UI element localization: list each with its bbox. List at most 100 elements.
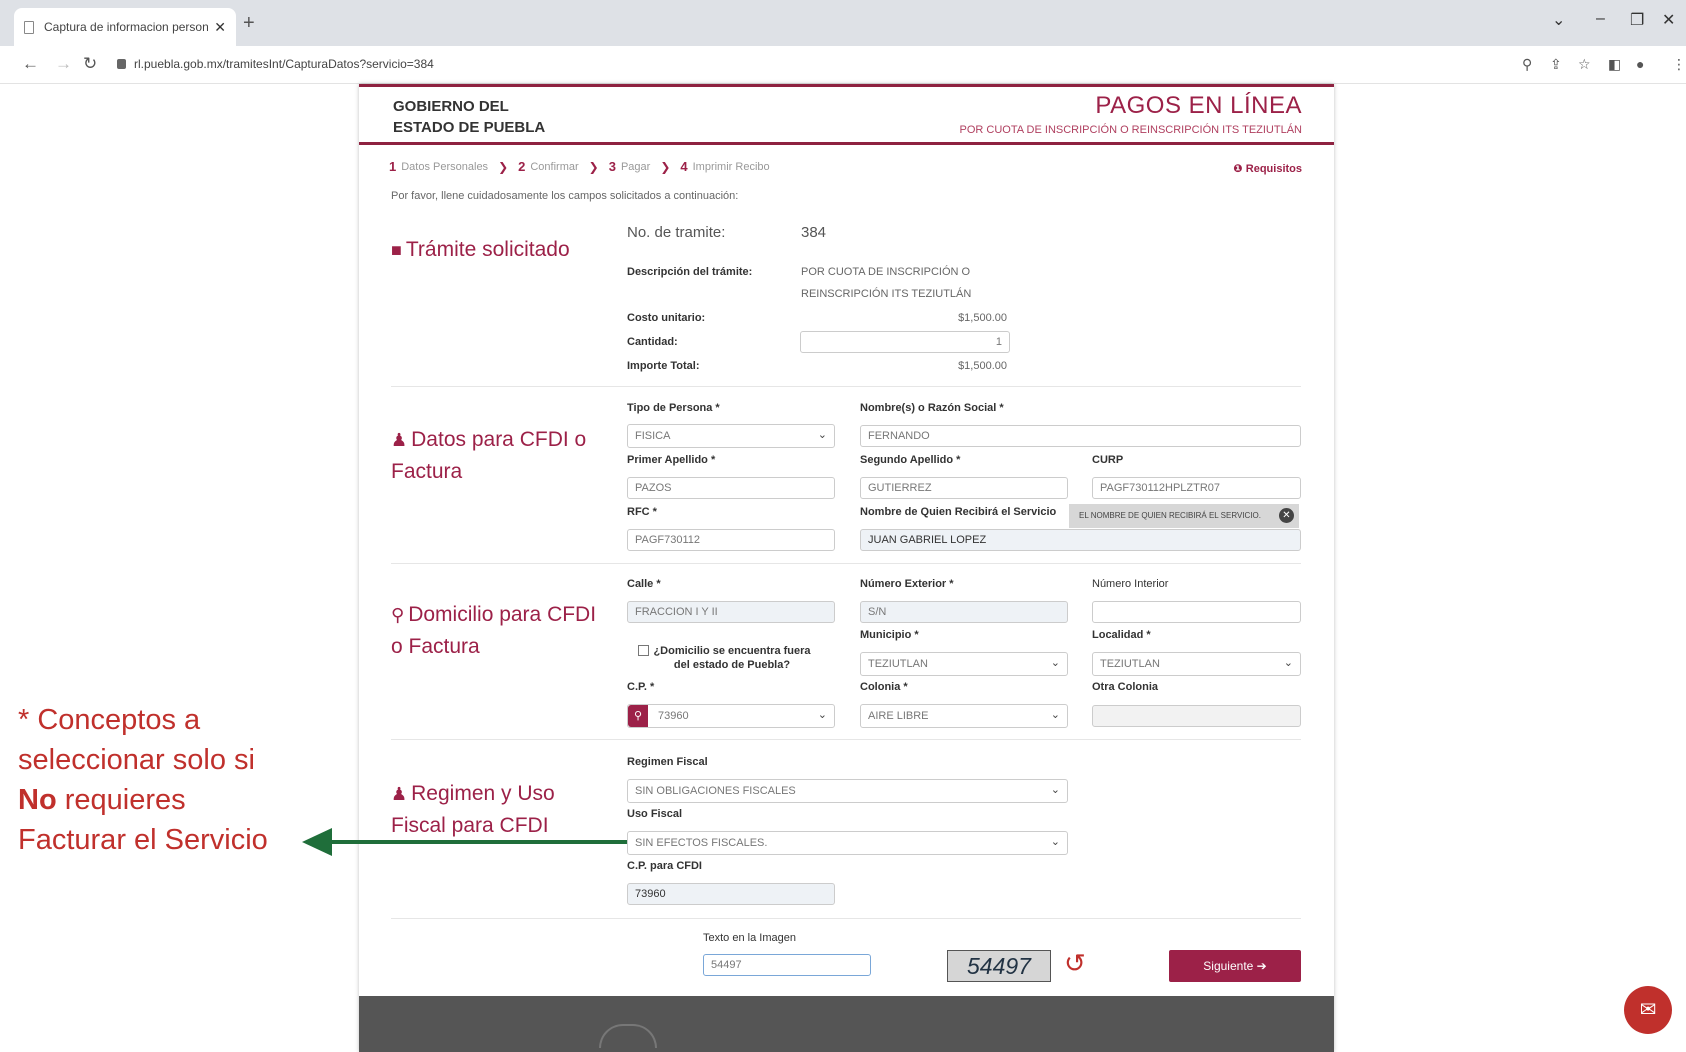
cp-select[interactable]: ⚲ 73960 ⌄	[627, 704, 835, 728]
quien-recibe-tooltip: EL NOMBRE DE QUIEN RECIBIRÁ EL SERVICIO.…	[1069, 504, 1299, 528]
regimen-label: Regimen Fiscal	[627, 756, 708, 768]
tab-search-icon[interactable]: ⌄	[1552, 10, 1565, 30]
importe-value: $1,500.00	[958, 360, 1007, 372]
section-title: Regimen y Uso Fiscal para CFDI	[391, 782, 555, 837]
close-icon[interactable]: ✕	[1279, 508, 1294, 523]
numero-exterior-input[interactable]: S/N	[860, 601, 1068, 623]
step-label[interactable]: Datos Personales	[401, 161, 488, 173]
costo-value: $1,500.00	[958, 312, 1007, 324]
divider	[391, 918, 1301, 919]
colonia-label: Colonia *	[860, 681, 908, 693]
chevron-down-icon: ⌄	[1050, 709, 1060, 721]
chevron-down-icon: ⌄	[817, 709, 827, 721]
segundo-apellido-label: Segundo Apellido *	[860, 454, 961, 466]
captcha-image: 54497	[947, 950, 1051, 982]
minimize-icon[interactable]: –	[1596, 10, 1605, 28]
step-number: 1	[389, 159, 397, 174]
new-tab-button[interactable]: +	[243, 12, 255, 35]
user-icon: ♟	[391, 430, 408, 450]
user-icon: ♟	[391, 784, 408, 804]
numero-interior-label: Número Interior	[1092, 578, 1169, 590]
numero-exterior-label: Número Exterior *	[860, 578, 954, 590]
requisitos-link[interactable]: ❶ Requisitos	[1233, 162, 1302, 175]
search-icon[interactable]: ⚲	[628, 705, 648, 727]
section-tramite: ■ Trámite solicitado	[391, 234, 606, 266]
chevron-right-icon: ❯	[498, 159, 509, 174]
section-title: Domicilio para CFDI o Factura	[391, 603, 597, 658]
tab-title: Captura de informacion personal	[44, 20, 209, 34]
localidad-value: TEZIUTLAN	[1100, 658, 1160, 670]
chat-icon[interactable]: ✉	[1624, 986, 1672, 1034]
quien-recibe-input[interactable]: JUAN GABRIEL LOPEZ	[860, 529, 1301, 551]
divider	[391, 739, 1301, 740]
rfc-label: RFC *	[627, 506, 657, 518]
url-field[interactable]: rl.puebla.gob.mx/tramitesInt/CapturaDato…	[134, 57, 434, 71]
captcha-input[interactable]: 54497	[703, 954, 871, 976]
forward-icon[interactable]: →	[55, 54, 72, 74]
colonia-select[interactable]: AIRE LIBRE ⌄	[860, 704, 1068, 728]
curp-input[interactable]: PAGF730112HPLZTR07	[1092, 477, 1301, 499]
file-icon: ■	[391, 240, 402, 260]
chevron-down-icon: ⌄	[1283, 657, 1293, 669]
section-title: Datos para CFDI o Factura	[391, 428, 587, 483]
annotation-bold: No	[18, 784, 57, 816]
annotation-text: requieres	[56, 784, 186, 816]
primer-apellido-input[interactable]: PAZOS	[627, 477, 835, 499]
cp-value: 73960	[658, 710, 689, 722]
importe-label: Importe Total:	[627, 360, 700, 372]
desc-label: Descripción del trámite:	[627, 266, 753, 278]
tramite-no-label: No. de tramite:	[627, 224, 726, 241]
calle-label: Calle *	[627, 578, 661, 590]
zoom-icon[interactable]: ⚲	[1522, 56, 1532, 73]
share-icon[interactable]: ⇪	[1550, 56, 1562, 73]
step-label[interactable]: Imprimir Recibo	[693, 161, 770, 173]
numero-interior-input[interactable]	[1092, 601, 1301, 623]
section-regimen: ♟ Regimen y Uso Fiscal para CFDI	[391, 778, 606, 841]
section-cfdi: ♟ Datos para CFDI o Factura	[391, 424, 606, 487]
chevron-down-icon: ⌄	[1050, 657, 1060, 669]
refresh-icon[interactable]: ↺	[1064, 948, 1086, 979]
chevron-down-icon: ⌄	[1050, 836, 1060, 848]
step-label[interactable]: Confirmar	[530, 161, 578, 173]
close-window-icon[interactable]: ✕	[1662, 10, 1675, 30]
uso-fiscal-select[interactable]: SIN EFECTOS FISCALES. ⌄	[627, 831, 1068, 855]
reload-icon[interactable]: ↻	[83, 54, 97, 74]
menu-icon[interactable]: ⋮	[1672, 56, 1686, 73]
bookmark-star-icon[interactable]: ☆	[1578, 56, 1591, 73]
step-number: 2	[518, 159, 526, 174]
segundo-apellido-input[interactable]: GUTIERREZ	[860, 477, 1068, 499]
step-label[interactable]: Pagar	[621, 161, 650, 173]
restore-icon[interactable]: ❐	[1630, 10, 1644, 30]
captcha-label: Texto en la Imagen	[703, 932, 796, 944]
desc-line2: REINSCRIPCIÓN ITS TEZIUTLÁN	[801, 288, 972, 300]
tipo-persona-value: FISICA	[635, 430, 671, 442]
section-domicilio: ⚲ Domicilio para CFDI o Factura	[391, 599, 606, 662]
annotation-line: No requieres	[18, 780, 268, 820]
browser-tab[interactable]: Captura de informacion personal ✕	[14, 8, 236, 46]
tipo-persona-select[interactable]: FISICA ⌄	[627, 424, 835, 448]
page-title: PAGOS EN LÍNEA	[1095, 92, 1302, 119]
quien-recibe-label: Nombre de Quien Recibirá el Servicio	[860, 506, 1057, 518]
localidad-select[interactable]: TEZIUTLAN ⌄	[1092, 652, 1301, 676]
regimen-select[interactable]: SIN OBLIGACIONES FISCALES ⌄	[627, 779, 1068, 803]
cp-cfdi-input[interactable]: 73960	[627, 883, 835, 905]
rfc-input[interactable]: PAGF730112	[627, 529, 835, 551]
chevron-down-icon: ⌄	[817, 429, 827, 441]
profile-icon[interactable]: ●	[1636, 56, 1644, 72]
gov-line1: GOBIERNO DEL	[393, 98, 509, 115]
uso-fiscal-value: SIN EFECTOS FISCALES.	[635, 837, 768, 849]
cantidad-input[interactable]: 1	[800, 331, 1010, 353]
close-tab-icon[interactable]: ✕	[214, 19, 226, 36]
sidepanel-icon[interactable]: ◧	[1608, 56, 1621, 73]
divider	[391, 563, 1301, 564]
cp-label: C.P. *	[627, 681, 655, 693]
otra-colonia-input[interactable]	[1092, 705, 1301, 727]
municipio-select[interactable]: TEZIUTLAN ⌄	[860, 652, 1068, 676]
uso-fiscal-label: Uso Fiscal	[627, 808, 683, 820]
calle-input[interactable]: FRACCION I Y II	[627, 601, 835, 623]
divider	[391, 386, 1301, 387]
map-marker-icon: ⚲	[391, 605, 405, 625]
siguiente-button[interactable]: Siguiente ➔	[1169, 950, 1301, 982]
back-icon[interactable]: ←	[22, 54, 39, 74]
nombre-input[interactable]: FERNANDO	[860, 425, 1301, 447]
